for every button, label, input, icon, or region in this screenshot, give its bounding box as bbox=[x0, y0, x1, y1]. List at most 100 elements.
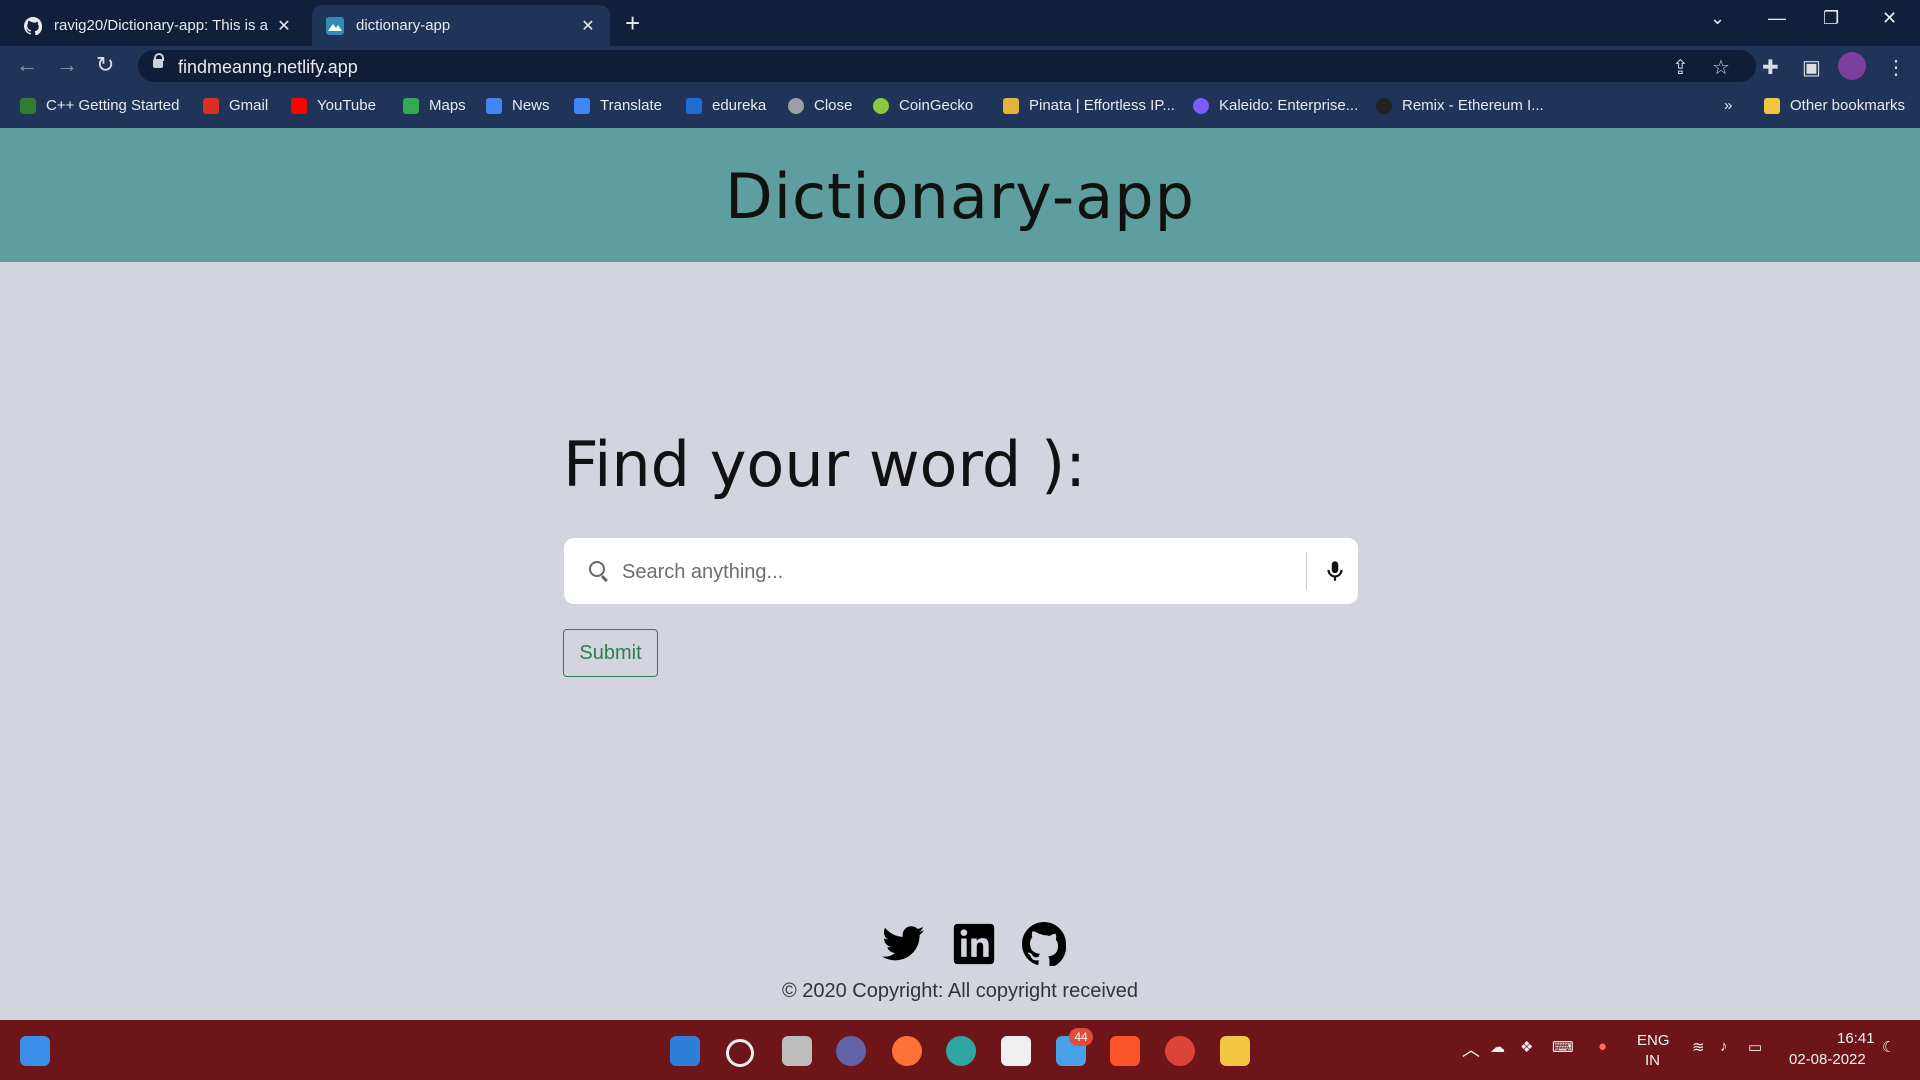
language-bottom[interactable]: IN bbox=[1645, 1052, 1660, 1069]
bookmark-item[interactable]: Maps bbox=[403, 97, 466, 114]
bookmark-label: CoinGecko bbox=[899, 97, 974, 114]
favicon-mountain-icon bbox=[326, 16, 344, 35]
windows-start-icon[interactable] bbox=[670, 1036, 700, 1066]
clock-date[interactable]: 02-08-2022 bbox=[1789, 1051, 1866, 1068]
app-header: Dictionary-app bbox=[0, 128, 1920, 262]
menu-icon[interactable]: ⋮ bbox=[1886, 55, 1906, 80]
translate-icon bbox=[574, 97, 590, 114]
widgets-icon[interactable] bbox=[20, 1036, 50, 1066]
back-icon[interactable]: ← bbox=[16, 52, 38, 78]
globe-icon bbox=[788, 97, 804, 114]
task-view-icon[interactable] bbox=[782, 1036, 812, 1066]
minimize-icon[interactable]: — bbox=[1768, 8, 1786, 29]
notification-icon[interactable]: ☾ bbox=[1882, 1038, 1895, 1056]
folder-icon bbox=[1764, 97, 1780, 114]
language-top[interactable]: ENG bbox=[1637, 1032, 1670, 1049]
submit-button[interactable]: Submit bbox=[563, 629, 658, 677]
extensions-icon[interactable]: ✚ bbox=[1762, 55, 1779, 80]
bookmark-star-icon[interactable]: ☆ bbox=[1712, 55, 1730, 80]
chrome-icon[interactable] bbox=[1165, 1036, 1195, 1066]
bookmark-label: C++ Getting Started bbox=[46, 97, 180, 114]
bookmarks-bar: C++ Getting Started Gmail YouTube Maps N… bbox=[0, 86, 1920, 128]
linkedin-icon[interactable] bbox=[952, 922, 996, 966]
bookmark-item[interactable]: News bbox=[486, 97, 550, 114]
bookmark-label: Kaleido: Enterprise... bbox=[1219, 97, 1359, 114]
tab-github[interactable]: ravig20/Dictionary-app: This is a ✕ bbox=[10, 5, 306, 46]
tab-title: ravig20/Dictionary-app: This is a bbox=[54, 17, 268, 34]
onedrive-icon[interactable]: ☁ bbox=[1490, 1038, 1505, 1056]
tab-title: dictionary-app bbox=[356, 17, 451, 34]
dropbox-icon[interactable]: ❖ bbox=[1520, 1038, 1533, 1056]
search-taskbar-icon[interactable] bbox=[726, 1039, 754, 1067]
firefox-icon[interactable] bbox=[892, 1036, 922, 1066]
teams-chat-icon[interactable] bbox=[836, 1036, 866, 1066]
side-panel-icon[interactable]: ▣ bbox=[1802, 55, 1821, 80]
bookmark-label: Gmail bbox=[229, 97, 269, 114]
bookmark-item[interactable]: Translate bbox=[574, 97, 662, 114]
chevron-up-icon[interactable]: ︿ bbox=[1462, 1036, 1480, 1062]
keyboard-icon[interactable]: ⌨ bbox=[1552, 1038, 1574, 1056]
twitter-icon[interactable] bbox=[882, 922, 926, 966]
tab-dictionary-app[interactable]: dictionary-app ✕ bbox=[312, 5, 610, 46]
brave-icon[interactable] bbox=[1110, 1036, 1140, 1066]
github-icon[interactable] bbox=[1022, 922, 1066, 966]
tab-search-icon[interactable]: ⌄ bbox=[1710, 8, 1725, 29]
forward-icon[interactable]: → bbox=[56, 52, 78, 78]
browser-toolbar: ← → ↻ findmeanng.netlify.app ⇪ ☆ ✚ ▣ ⋮ bbox=[0, 46, 1920, 86]
maps-icon bbox=[403, 97, 419, 114]
bookmark-item[interactable]: YouTube bbox=[291, 97, 376, 114]
youtube-icon bbox=[291, 97, 307, 114]
browser-tab-strip: ravig20/Dictionary-app: This is a ✕ dict… bbox=[0, 0, 1920, 46]
search-input[interactable] bbox=[620, 550, 1284, 594]
close-tab-icon[interactable]: ✕ bbox=[580, 16, 596, 36]
wifi-icon[interactable]: ≋ bbox=[1692, 1038, 1705, 1056]
volume-icon[interactable]: ♪ bbox=[1720, 1038, 1728, 1055]
bookmark-item[interactable]: CoinGecko bbox=[873, 97, 973, 114]
coingecko-icon bbox=[873, 97, 889, 114]
file-explorer-icon[interactable] bbox=[1220, 1036, 1250, 1066]
address-bar[interactable]: findmeanng.netlify.app ⇪ ☆ bbox=[138, 50, 1756, 82]
bookmark-item[interactable]: C++ Getting Started bbox=[20, 97, 179, 114]
w-icon bbox=[20, 97, 36, 114]
edge-icon[interactable] bbox=[946, 1036, 976, 1066]
more-bookmarks-label: » bbox=[1724, 97, 1733, 114]
github-icon bbox=[24, 16, 42, 35]
share-icon[interactable]: ⇪ bbox=[1672, 55, 1689, 80]
battery-icon[interactable]: ▭ bbox=[1748, 1038, 1762, 1056]
bookmark-item[interactable]: Gmail bbox=[203, 97, 268, 114]
bookmark-label: Close bbox=[814, 97, 853, 114]
microphone-icon[interactable] bbox=[1322, 558, 1348, 584]
search-bar bbox=[564, 538, 1358, 604]
bookmark-item[interactable]: edureka bbox=[686, 97, 766, 114]
microphone-tray-icon[interactable]: ● bbox=[1598, 1038, 1607, 1055]
gmail-icon bbox=[203, 97, 219, 114]
search-icon bbox=[589, 561, 605, 577]
app-title: Dictionary-app bbox=[725, 160, 1195, 233]
profile-avatar[interactable] bbox=[1838, 52, 1866, 80]
lock-icon bbox=[153, 53, 164, 68]
pinata-icon bbox=[1003, 97, 1019, 114]
bookmark-label: Other bookmarks bbox=[1790, 97, 1906, 114]
other-bookmarks[interactable]: Other bookmarks bbox=[1764, 97, 1905, 114]
windows-taskbar: 44 ︿ ☁ ❖ ⌨ ● ENG IN ≋ ♪ ▭ 16:41 02-08-20… bbox=[0, 1020, 1920, 1080]
social-links bbox=[882, 922, 1066, 966]
bookmark-item[interactable]: Close bbox=[788, 97, 852, 114]
restore-icon[interactable]: ❐ bbox=[1823, 8, 1839, 29]
bookmark-item[interactable]: Remix - Ethereum I... bbox=[1376, 97, 1544, 114]
bookmark-item[interactable]: Kaleido: Enterprise... bbox=[1193, 97, 1358, 114]
search-divider bbox=[1306, 552, 1307, 590]
close-tab-icon[interactable]: ✕ bbox=[276, 16, 292, 36]
bookmark-label: Pinata | Effortless IP... bbox=[1029, 97, 1175, 114]
copyright-text: © 2020 Copyright: All copyright received bbox=[781, 980, 1139, 1002]
store-icon[interactable] bbox=[1001, 1036, 1031, 1066]
reload-icon[interactable]: ↻ bbox=[96, 52, 114, 78]
more-bookmarks-icon[interactable]: » bbox=[1724, 97, 1732, 114]
bookmark-label: edureka bbox=[712, 97, 767, 114]
bookmark-item[interactable]: Pinata | Effortless IP... bbox=[1003, 97, 1175, 114]
remix-icon bbox=[1376, 97, 1392, 114]
close-window-icon[interactable]: ✕ bbox=[1882, 8, 1897, 29]
bookmark-label: Maps bbox=[429, 97, 466, 114]
new-tab-icon[interactable]: + bbox=[625, 10, 640, 36]
bookmark-label: News bbox=[512, 97, 550, 114]
clock-time[interactable]: 16:41 bbox=[1837, 1030, 1875, 1047]
